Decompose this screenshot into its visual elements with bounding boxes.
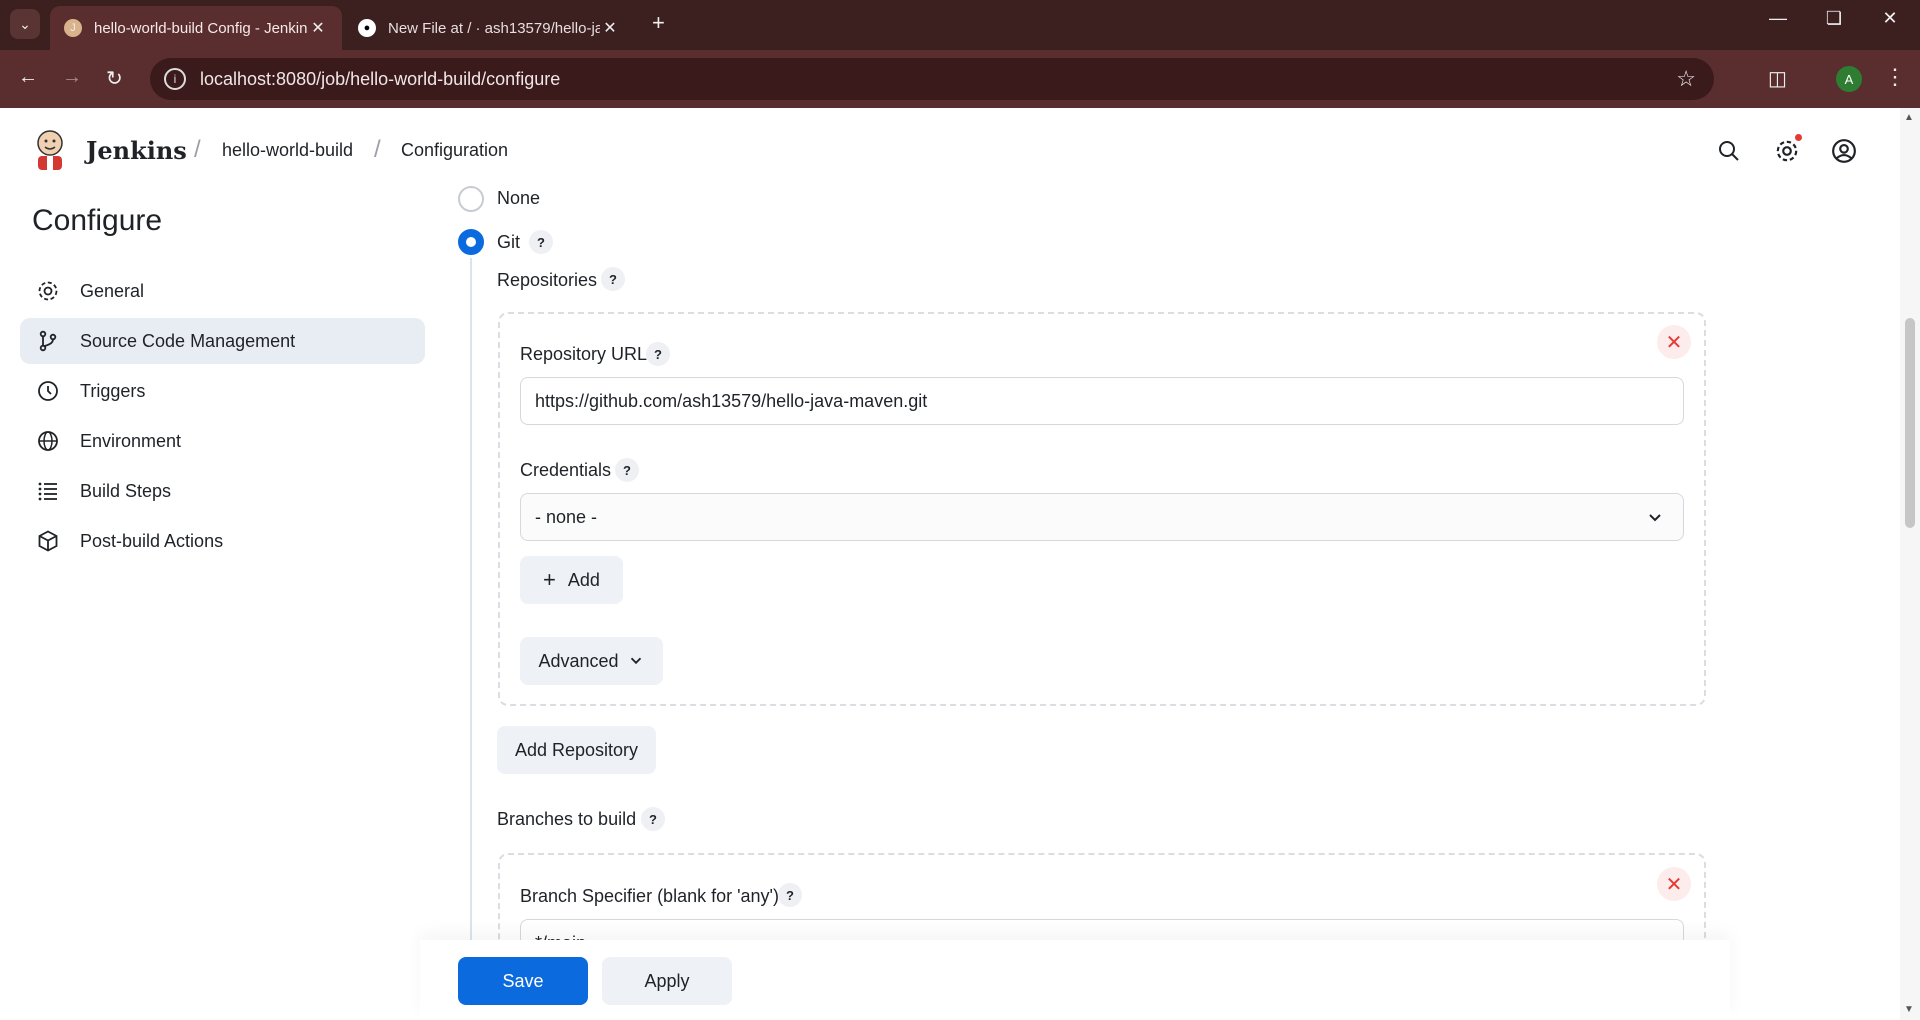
tab-title: New File at / · ash13579/hello-java-mave… bbox=[388, 19, 600, 37]
repository-url-label: Repository URL bbox=[520, 344, 648, 364]
jenkins-favicon-icon: J bbox=[64, 19, 82, 37]
sidebar-item-environment[interactable]: Environment bbox=[20, 418, 425, 464]
close-window-icon[interactable]: ✕ bbox=[1870, 8, 1910, 29]
package-icon bbox=[34, 527, 62, 555]
add-credentials-button[interactable]: + Add bbox=[520, 556, 623, 604]
minimize-icon[interactable]: — bbox=[1758, 8, 1798, 29]
branch-icon bbox=[34, 327, 62, 355]
chevron-down-icon bbox=[1649, 514, 1661, 522]
user-account-icon[interactable] bbox=[1829, 136, 1859, 166]
credentials-select[interactable]: - none - bbox=[520, 493, 1684, 541]
scroll-down-icon[interactable]: ▼ bbox=[1904, 1004, 1914, 1015]
breadcrumb-configuration[interactable]: Configuration bbox=[401, 140, 508, 161]
sidebar-item-build-steps[interactable]: Build Steps bbox=[20, 468, 425, 514]
help-icon[interactable]: ? bbox=[641, 807, 665, 831]
remove-branch-icon[interactable]: ✕ bbox=[1657, 867, 1691, 901]
site-info-icon[interactable]: i bbox=[164, 68, 186, 90]
jenkins-brand[interactable]: Jenkins bbox=[86, 136, 187, 165]
jenkins-header: Jenkins / hello-world-build / Configurat… bbox=[0, 108, 1900, 192]
help-icon[interactable]: ? bbox=[529, 230, 553, 254]
close-tab-icon[interactable]: ✕ bbox=[600, 18, 620, 38]
sidebar-title: Configure bbox=[32, 204, 163, 237]
sidebar-item-post-build-actions[interactable]: Post-build Actions bbox=[20, 518, 425, 564]
close-tab-icon[interactable]: ✕ bbox=[308, 18, 328, 38]
tab-search-button[interactable]: ⌄ bbox=[10, 9, 40, 39]
clock-icon bbox=[34, 377, 62, 405]
credentials-selected-value: - none - bbox=[535, 506, 598, 527]
back-icon[interactable]: ← bbox=[18, 66, 38, 89]
remove-repository-icon[interactable]: ✕ bbox=[1657, 325, 1691, 359]
browser-tab-bar: ⌄ J hello-world-build Config - Jenkins ✕… bbox=[0, 0, 1920, 50]
breadcrumb-job[interactable]: hello-world-build bbox=[222, 140, 353, 161]
sidebar-item-label: Build Steps bbox=[80, 480, 172, 501]
new-tab-button[interactable]: + bbox=[652, 10, 665, 36]
plus-icon: + bbox=[543, 567, 556, 592]
breadcrumb-separator: / bbox=[374, 136, 381, 163]
sidebar-item-label: Source Code Management bbox=[80, 330, 296, 351]
tab-title: hello-world-build Config - Jenkins bbox=[94, 19, 308, 37]
repositories-label: Repositories bbox=[497, 270, 598, 290]
sidebar-item-general[interactable]: General bbox=[20, 268, 425, 314]
gear-icon bbox=[34, 277, 62, 305]
branches-to-build-label: Branches to build bbox=[497, 809, 637, 829]
help-icon[interactable]: ? bbox=[646, 342, 670, 366]
repository-url-input[interactable]: https://github.com/ash13579/hello-java-m… bbox=[520, 377, 1684, 425]
github-favicon-icon: ● bbox=[358, 19, 376, 37]
sidebar-item-label: Post-build Actions bbox=[80, 530, 224, 551]
help-icon[interactable]: ? bbox=[778, 883, 802, 907]
search-icon[interactable] bbox=[1714, 136, 1744, 166]
profile-avatar[interactable]: A bbox=[1836, 66, 1862, 92]
save-button[interactable]: Save bbox=[458, 957, 588, 1005]
advanced-button[interactable]: Advanced bbox=[520, 637, 663, 685]
branch-specifier-label: Branch Specifier (blank for 'any') bbox=[520, 886, 779, 906]
sidebar-item-source-code-management[interactable]: Source Code Management bbox=[20, 318, 425, 364]
scm-git-label[interactable]: Git bbox=[497, 232, 520, 253]
bookmark-star-icon[interactable]: ☆ bbox=[1676, 66, 1696, 92]
scroll-up-icon[interactable]: ▲ bbox=[1904, 112, 1914, 123]
sidebar-item-label: Triggers bbox=[80, 380, 146, 401]
breadcrumb-separator: / bbox=[194, 136, 201, 163]
browser-tab-github[interactable]: ● New File at / · ash13579/hello-java-ma… bbox=[344, 6, 634, 50]
page-scrollbar[interactable]: ▲ ▼ bbox=[1900, 108, 1920, 1020]
sidebar-item-label: General bbox=[80, 280, 145, 301]
notification-dot bbox=[1795, 134, 1802, 141]
scm-none-radio[interactable] bbox=[458, 186, 484, 212]
restore-icon[interactable]: ❏ bbox=[1814, 8, 1854, 29]
globe-icon bbox=[34, 427, 62, 455]
address-bar[interactable]: i localhost:8080/job/hello-world-build/c… bbox=[150, 58, 1714, 100]
scm-git-radio[interactable] bbox=[458, 229, 484, 255]
browser-toolbar: ← → ↻ i localhost:8080/job/hello-world-b… bbox=[0, 50, 1920, 108]
list-icon bbox=[34, 477, 62, 505]
forward-icon[interactable]: → bbox=[62, 66, 82, 89]
scrollbar-thumb[interactable] bbox=[1905, 318, 1915, 528]
browser-tab-jenkins[interactable]: J hello-world-build Config - Jenkins ✕ bbox=[50, 6, 342, 50]
credentials-label: Credentials bbox=[520, 460, 612, 480]
url-text[interactable]: localhost:8080/job/hello-world-build/con… bbox=[200, 69, 1676, 90]
section-indent-line bbox=[470, 258, 472, 948]
help-icon[interactable]: ? bbox=[615, 458, 639, 482]
help-icon[interactable]: ? bbox=[601, 267, 625, 291]
chevron-down-icon bbox=[630, 657, 641, 665]
manage-jenkins-gear-icon[interactable] bbox=[1772, 134, 1802, 166]
sidebar-item-label: Environment bbox=[80, 430, 182, 451]
advanced-label: Advanced bbox=[538, 650, 619, 671]
reload-icon[interactable]: ↻ bbox=[106, 66, 123, 91]
jenkins-logo-icon[interactable] bbox=[32, 128, 68, 172]
extensions-icon[interactable]: ◫ bbox=[1768, 66, 1787, 91]
add-credentials-label: Add bbox=[567, 569, 600, 590]
apply-button[interactable]: Apply bbox=[602, 957, 732, 1005]
scm-none-label[interactable]: None bbox=[497, 188, 540, 209]
add-repository-button[interactable]: Add Repository bbox=[497, 726, 656, 774]
sidebar-item-triggers[interactable]: Triggers bbox=[20, 368, 425, 414]
browser-menu-icon[interactable]: ⋮ bbox=[1884, 64, 1906, 90]
